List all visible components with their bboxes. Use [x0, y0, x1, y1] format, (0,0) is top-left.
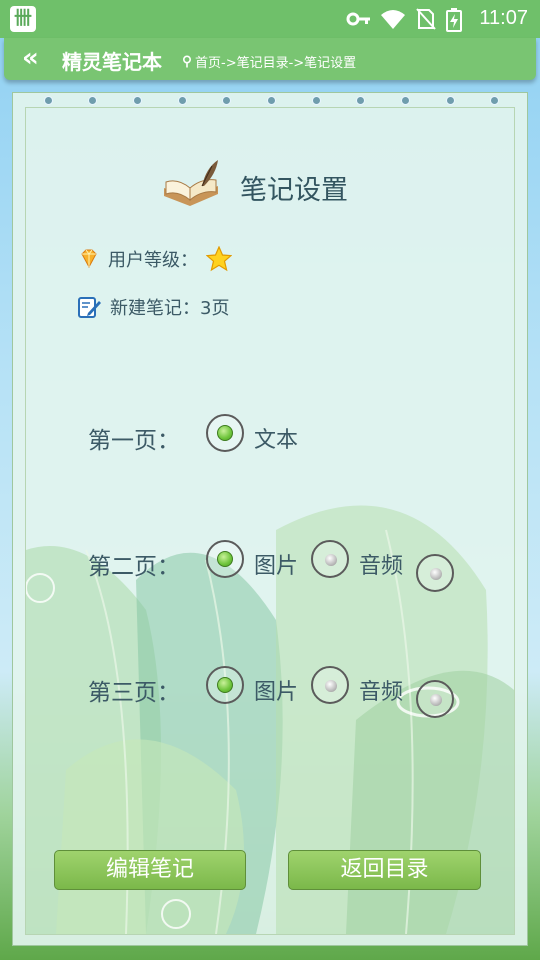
wifi-icon: [380, 8, 406, 36]
page-2-image-option: 图片: [254, 554, 299, 579]
user-level-label: 用户等级：: [108, 250, 198, 271]
note-edit-icon: [78, 297, 101, 318]
page-2-audio-radio[interactable]: [311, 540, 349, 578]
app-header: « 精灵笔记本 首页->笔记目录->笔记设置: [4, 38, 536, 80]
page-3-label: 第三页：: [88, 680, 180, 706]
page-2-audio-option: 音频: [359, 554, 404, 579]
location-pin-icon: [182, 55, 192, 68]
page-1-text-option: 文本: [254, 428, 299, 453]
book-quill-icon: [164, 160, 218, 206]
page-3-image-option: 图片: [254, 680, 299, 705]
breadcrumb: 首页->笔记目录->笔记设置: [182, 52, 356, 71]
page-3-extra-radio[interactable]: [416, 680, 454, 718]
star-icon: [206, 246, 232, 272]
app-title: 精灵笔记本: [62, 50, 162, 74]
breadcrumb-text: 首页->笔记目录->笔记设置: [195, 56, 357, 71]
paper-inner-border: [25, 107, 515, 935]
page-title: 笔记设置: [240, 175, 348, 206]
back-icon[interactable]: «: [22, 44, 39, 72]
app-badge-icon: 卌: [10, 6, 36, 32]
page-heading: 笔记设置: [162, 158, 422, 214]
clock: 11:07: [479, 7, 528, 29]
page-3-audio-radio[interactable]: [311, 666, 349, 704]
page-1-label: 第一页：: [88, 428, 180, 454]
binder-holes: [12, 94, 528, 106]
page-2-extra-radio[interactable]: [416, 554, 454, 592]
page-1-text-radio[interactable]: [206, 414, 244, 452]
page-3-image-radio[interactable]: [206, 666, 244, 704]
no-sim-icon: [416, 8, 436, 36]
user-level-row: 用户等级：: [78, 246, 232, 272]
back-to-list-button[interactable]: 返回目录: [288, 850, 481, 890]
page-2-label: 第二页：: [88, 554, 180, 580]
page-3-audio-option: 音频: [359, 680, 404, 705]
new-note-label: 新建笔记：3页: [110, 298, 230, 319]
new-note-row: 新建笔记：3页: [78, 294, 229, 320]
edit-note-button[interactable]: 编辑笔记: [54, 850, 246, 890]
diamond-icon: [81, 249, 97, 269]
battery-charging-icon: [446, 8, 462, 38]
status-bar: 卌 11:07: [0, 0, 540, 38]
page-2-image-radio[interactable]: [206, 540, 244, 578]
key-icon: [346, 8, 372, 36]
